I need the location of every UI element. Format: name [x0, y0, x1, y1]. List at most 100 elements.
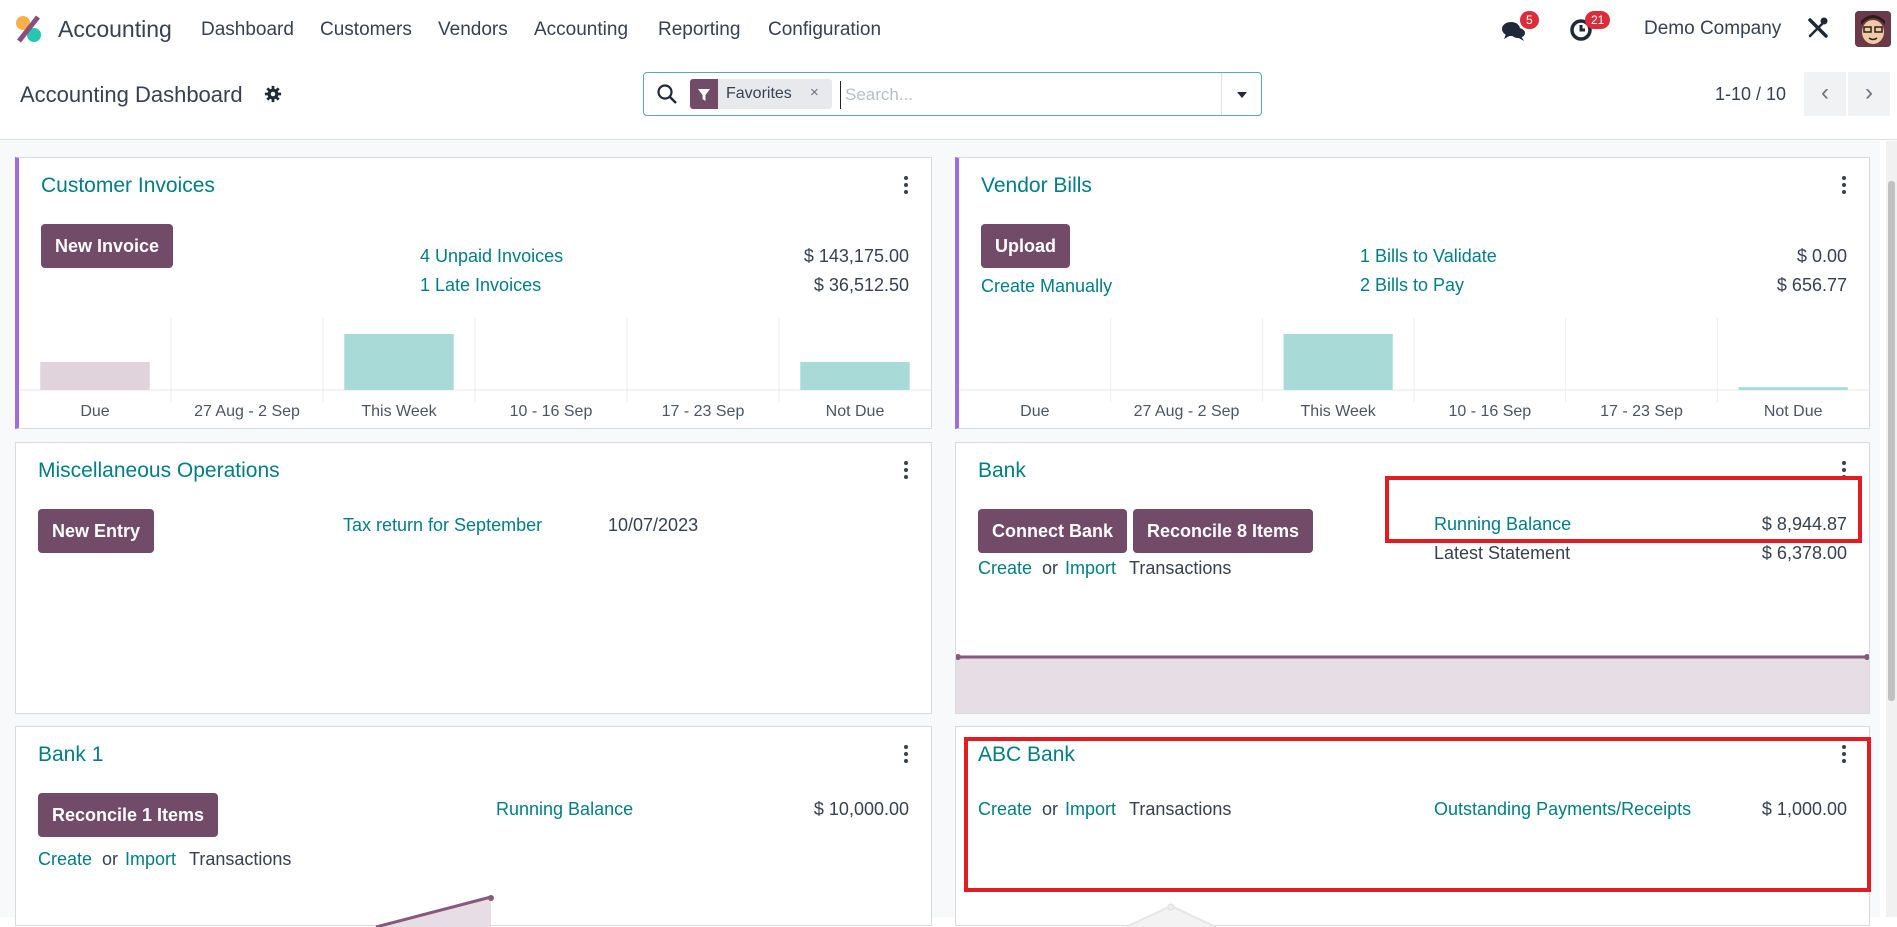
remove-facet-icon[interactable]: × — [810, 84, 819, 101]
bills-to-validate-link[interactable]: 1 Bills to Validate — [1360, 246, 1497, 267]
vendor-bills-chart[interactable]: Due 27 Aug - 2 Sep This Week 10 - 16 Sep 17 … — [959, 318, 1869, 428]
reconcile-items-button[interactable]: Reconcile 8 Items — [1133, 509, 1314, 553]
bank-balance-area — [956, 657, 1869, 713]
or-text: or — [1042, 799, 1059, 819]
menu-configuration[interactable]: Configuration — [768, 19, 881, 41]
card-title[interactable]: ABC Bank — [978, 743, 1075, 767]
miscellaneous-operations-card: Miscellaneous Operations New Entry Tax r… — [15, 442, 932, 714]
chart-category-label: This Week — [361, 403, 437, 420]
chart-category-label: Due — [1020, 403, 1049, 420]
page-scrollbar[interactable] — [1886, 141, 1897, 917]
bank-card: Bank Connect Bank Reconcile 8 Items Crea… — [955, 442, 1870, 714]
create-manually-link[interactable]: Create Manually — [981, 276, 1112, 297]
control-panel: Accounting Dashboard Favorites × 1-10 / … — [0, 58, 1897, 140]
search-options-toggle[interactable] — [1221, 73, 1261, 115]
bank-1-card: Bank 1 Reconcile 1 Items Create or Impor… — [15, 726, 933, 927]
kebab-menu-icon[interactable] — [1841, 176, 1847, 194]
create-transactions-link[interactable]: Create — [38, 849, 92, 870]
user-avatar[interactable] — [1855, 11, 1891, 47]
or-text: or — [1042, 558, 1059, 578]
late-invoices-amount: $ 36,512.50 — [813, 275, 909, 295]
card-title[interactable]: Customer Invoices — [41, 174, 215, 198]
pager-next-button[interactable]: › — [1848, 72, 1890, 116]
bank-1-balance-chart[interactable] — [16, 895, 933, 927]
messages-count-badge: 5 — [1520, 11, 1539, 29]
transactions-text: Transactions — [189, 849, 292, 869]
page-title: Accounting Dashboard — [20, 82, 243, 107]
top-navbar: Accounting Dashboard Customers Vendors A… — [0, 0, 1897, 58]
tools-icon[interactable] — [1806, 16, 1830, 40]
reconcile-items-button[interactable]: Reconcile 1 Items — [38, 793, 219, 837]
pager-previous-button[interactable]: ‹ — [1804, 72, 1846, 116]
chart-category-label: 17 - 23 Sep — [662, 403, 745, 420]
running-balance-amount: $ 8,944.87 — [1761, 514, 1847, 534]
chart-bar[interactable] — [344, 334, 454, 390]
dashboard-content: Customer Invoices New Invoice 4 Unpaid I… — [0, 141, 1880, 927]
chart-category-label: 27 Aug - 2 Sep — [194, 403, 300, 420]
customer-invoices-chart[interactable]: Due 27 Aug - 2 Sep This Week 10 - 16 Sep 17 … — [19, 318, 931, 428]
chart-category-label: Due — [80, 403, 109, 420]
kebab-menu-icon[interactable] — [903, 461, 909, 479]
menu-dashboard[interactable]: Dashboard — [201, 19, 294, 41]
chart-bar[interactable] — [40, 362, 150, 390]
running-balance-link[interactable]: Running Balance — [496, 799, 633, 820]
search-icon[interactable] — [656, 83, 678, 105]
search-bar: Favorites × — [643, 72, 1262, 116]
chart-bar[interactable] — [800, 362, 910, 390]
chart-category-label: 10 - 16 Sep — [1448, 403, 1531, 420]
create-transactions-link[interactable]: Create — [978, 558, 1032, 579]
chart-category-label: Not Due — [826, 403, 885, 420]
kebab-menu-icon[interactable] — [1841, 461, 1847, 479]
outstanding-payments-amount: $ 1,000.00 — [1761, 799, 1847, 819]
app-name[interactable]: Accounting — [58, 16, 172, 43]
pager-value[interactable]: 1-10 / 10 — [1715, 84, 1786, 105]
outstanding-payments-link[interactable]: Outstanding Payments/Receipts — [1434, 799, 1691, 820]
chart-category-label: 27 Aug - 2 Sep — [1134, 403, 1240, 420]
bills-to-pay-link[interactable]: 2 Bills to Pay — [1360, 275, 1464, 296]
connect-bank-button[interactable]: Connect Bank — [978, 509, 1128, 553]
chart-category-label: 10 - 16 Sep — [510, 403, 593, 420]
customer-invoices-card: Customer Invoices New Invoice 4 Unpaid I… — [15, 157, 932, 429]
transactions-text: Transactions — [1129, 799, 1232, 819]
or-text: or — [102, 849, 119, 869]
latest-statement-label: Latest Statement — [1434, 543, 1571, 563]
accounting-app-logo-icon[interactable] — [14, 14, 44, 44]
card-title[interactable]: Bank 1 — [38, 743, 103, 767]
import-transactions-link[interactable]: Import — [1065, 558, 1116, 579]
menu-vendors[interactable]: Vendors — [438, 19, 508, 41]
bank-balance-chart[interactable] — [956, 653, 1869, 713]
company-switcher[interactable]: Demo Company — [1644, 18, 1781, 40]
import-transactions-link[interactable]: Import — [125, 849, 176, 870]
card-title[interactable]: Miscellaneous Operations — [38, 459, 280, 483]
menu-reporting[interactable]: Reporting — [658, 19, 740, 41]
scrollbar-thumb[interactable] — [1888, 181, 1895, 701]
running-balance-amount: $ 10,000.00 — [813, 799, 909, 819]
running-balance-link[interactable]: Running Balance — [1434, 514, 1571, 535]
kebab-menu-icon[interactable] — [1841, 745, 1847, 763]
vendor-bills-card: Vendor Bills Upload Create Manually 1 Bi… — [955, 157, 1870, 429]
upload-button[interactable]: Upload — [981, 224, 1070, 268]
transactions-text: Transactions — [1129, 558, 1232, 578]
card-title[interactable]: Bank — [978, 459, 1026, 483]
create-transactions-link[interactable]: Create — [978, 799, 1032, 820]
menu-customers[interactable]: Customers — [320, 19, 412, 41]
activities-count-badge: 21 — [1585, 11, 1611, 29]
import-transactions-link[interactable]: Import — [1065, 799, 1116, 820]
unpaid-invoices-link[interactable]: 4 Unpaid Invoices — [420, 246, 563, 267]
bills-to-pay-amount: $ 656.77 — [1776, 275, 1847, 295]
sample-graph-placeholder-icon — [1126, 903, 1216, 927]
abc-bank-card: ABC Bank Create or Import Transactions O… — [955, 726, 1870, 927]
chart-bar[interactable] — [1283, 334, 1393, 390]
card-title[interactable]: Vendor Bills — [981, 174, 1092, 198]
chart-bar[interactable] — [1738, 387, 1848, 390]
menu-accounting[interactable]: Accounting — [534, 19, 628, 41]
search-input[interactable] — [840, 81, 1210, 109]
tax-return-link[interactable]: Tax return for September — [343, 515, 542, 536]
late-invoices-link[interactable]: 1 Late Invoices — [420, 275, 541, 296]
caret-down-icon — [1237, 92, 1247, 98]
new-entry-button[interactable]: New Entry — [38, 509, 155, 553]
kebab-menu-icon[interactable] — [903, 176, 909, 194]
kebab-menu-icon[interactable] — [903, 745, 909, 763]
new-invoice-button[interactable]: New Invoice — [41, 224, 174, 268]
gear-icon[interactable] — [264, 85, 282, 103]
